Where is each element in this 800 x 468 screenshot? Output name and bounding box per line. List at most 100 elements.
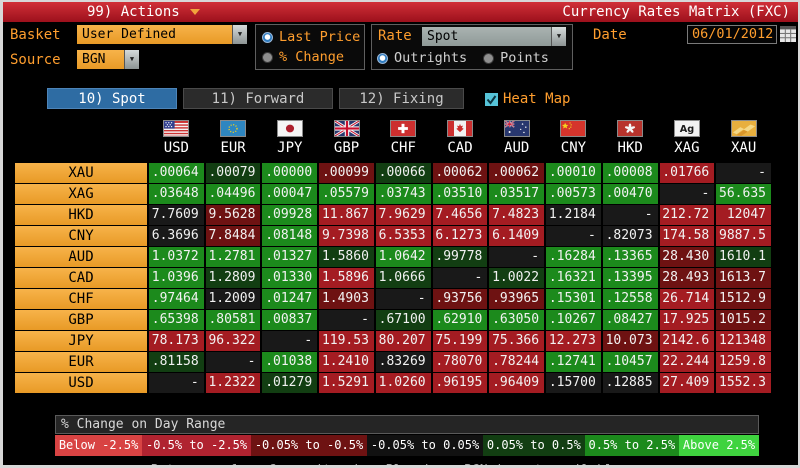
matrix-cell[interactable]: 2142.6 xyxy=(660,331,715,351)
matrix-cell[interactable]: - xyxy=(660,184,715,204)
row-label-gbp[interactable]: GBP xyxy=(15,310,147,330)
matrix-cell[interactable]: 9887.5 xyxy=(716,226,771,246)
matrix-cell[interactable]: .93965 xyxy=(489,289,544,309)
matrix-cell[interactable]: 121348 xyxy=(716,331,771,351)
matrix-cell[interactable]: .96409 xyxy=(489,373,544,393)
matrix-cell[interactable]: 1.0666 xyxy=(376,268,431,288)
row-label-eur[interactable]: EUR xyxy=(15,352,147,372)
matrix-cell[interactable]: 1.0372 xyxy=(149,247,204,267)
checkbox-checked-icon[interactable] xyxy=(485,93,498,106)
matrix-cell[interactable]: - xyxy=(262,331,317,351)
matrix-cell[interactable]: 1.0642 xyxy=(376,247,431,267)
matrix-cell[interactable]: .00099 xyxy=(319,163,374,183)
matrix-cell[interactable]: .01279 xyxy=(262,373,317,393)
matrix-cell[interactable]: - xyxy=(546,226,601,246)
matrix-cell[interactable]: .16321 xyxy=(546,268,601,288)
heat-map-toggle[interactable]: Heat Map xyxy=(485,91,570,107)
matrix-cell[interactable]: - xyxy=(716,163,771,183)
matrix-cell[interactable]: 7.7609 xyxy=(149,205,204,225)
matrix-cell[interactable]: .13395 xyxy=(603,268,658,288)
matrix-cell[interactable]: 1.2410 xyxy=(319,352,374,372)
matrix-cell[interactable]: .03743 xyxy=(376,184,431,204)
matrix-cell[interactable]: - xyxy=(603,205,658,225)
matrix-cell[interactable]: 9.5628 xyxy=(206,205,261,225)
matrix-cell[interactable]: 6.3696 xyxy=(149,226,204,246)
chevron-down-icon[interactable]: ▼ xyxy=(232,25,247,44)
matrix-cell[interactable]: 75.199 xyxy=(433,331,488,351)
matrix-cell[interactable]: .67100 xyxy=(376,310,431,330)
basket-dropdown[interactable]: User Defined ▼ xyxy=(77,25,247,44)
matrix-cell[interactable]: .63050 xyxy=(489,310,544,330)
matrix-cell[interactable]: .78244 xyxy=(489,352,544,372)
matrix-cell[interactable]: .01766 xyxy=(660,163,715,183)
radio-unselected-icon[interactable] xyxy=(262,52,273,63)
matrix-cell[interactable]: .00008 xyxy=(603,163,658,183)
matrix-cell[interactable]: 1.5860 xyxy=(319,247,374,267)
matrix-cell[interactable]: 26.714 xyxy=(660,289,715,309)
matrix-cell[interactable]: .81158 xyxy=(149,352,204,372)
col-header-cny[interactable]: CNY xyxy=(546,118,601,156)
matrix-cell[interactable]: 12047 xyxy=(716,205,771,225)
matrix-cell[interactable]: 78.173 xyxy=(149,331,204,351)
tab-spot[interactable]: 10) Spot xyxy=(47,88,177,109)
matrix-cell[interactable]: 1.0022 xyxy=(489,268,544,288)
matrix-cell[interactable]: .01247 xyxy=(262,289,317,309)
col-header-eur[interactable]: EUR xyxy=(206,118,261,156)
row-label-jpy[interactable]: JPY xyxy=(15,331,147,351)
matrix-cell[interactable]: 22.244 xyxy=(660,352,715,372)
matrix-cell[interactable]: 1.2009 xyxy=(206,289,261,309)
matrix-cell[interactable]: .00064 xyxy=(149,163,204,183)
matrix-cell[interactable]: 12.273 xyxy=(546,331,601,351)
matrix-cell[interactable]: 1.0396 xyxy=(149,268,204,288)
calendar-icon[interactable] xyxy=(780,26,796,42)
row-label-xau[interactable]: XAU xyxy=(15,163,147,183)
radio-selected-icon[interactable] xyxy=(377,53,388,64)
matrix-cell[interactable]: 1.4903 xyxy=(319,289,374,309)
tab-fixing[interactable]: 12) Fixing xyxy=(339,88,464,109)
matrix-cell[interactable]: .00079 xyxy=(206,163,261,183)
matrix-cell[interactable]: .09928 xyxy=(262,205,317,225)
col-header-gbp[interactable]: GBP xyxy=(319,118,374,156)
matrix-cell[interactable]: 212.72 xyxy=(660,205,715,225)
matrix-cell[interactable]: - xyxy=(489,247,544,267)
matrix-cell[interactable]: .00066 xyxy=(376,163,431,183)
matrix-cell[interactable]: 119.53 xyxy=(319,331,374,351)
radio-unselected-icon[interactable] xyxy=(483,53,494,64)
matrix-cell[interactable]: .00047 xyxy=(262,184,317,204)
matrix-cell[interactable]: .78070 xyxy=(433,352,488,372)
matrix-cell[interactable]: 28.493 xyxy=(660,268,715,288)
matrix-cell[interactable]: .80581 xyxy=(206,310,261,330)
matrix-cell[interactable]: .83269 xyxy=(376,352,431,372)
matrix-cell[interactable]: 1.2322 xyxy=(206,373,261,393)
matrix-cell[interactable]: 1.0260 xyxy=(376,373,431,393)
matrix-cell[interactable]: 1.5291 xyxy=(319,373,374,393)
row-label-hkd[interactable]: HKD xyxy=(15,205,147,225)
matrix-cell[interactable]: - xyxy=(206,352,261,372)
matrix-cell[interactable]: - xyxy=(149,373,204,393)
matrix-cell[interactable]: .01327 xyxy=(262,247,317,267)
matrix-cell[interactable]: .00837 xyxy=(262,310,317,330)
matrix-cell[interactable]: 9.7398 xyxy=(319,226,374,246)
col-header-aud[interactable]: AUD xyxy=(489,118,544,156)
matrix-cell[interactable]: .03517 xyxy=(489,184,544,204)
matrix-cell[interactable]: 10.073 xyxy=(603,331,658,351)
matrix-cell[interactable]: .12741 xyxy=(546,352,601,372)
matrix-cell[interactable]: .10457 xyxy=(603,352,658,372)
matrix-cell[interactable]: 6.1273 xyxy=(433,226,488,246)
matrix-cell[interactable]: .00062 xyxy=(433,163,488,183)
matrix-cell[interactable]: 80.207 xyxy=(376,331,431,351)
matrix-cell[interactable]: - xyxy=(376,289,431,309)
col-header-cad[interactable]: CAD xyxy=(433,118,488,156)
chevron-down-icon[interactable]: ▼ xyxy=(124,50,139,69)
matrix-cell[interactable]: .00062 xyxy=(489,163,544,183)
col-header-hkd[interactable]: HKD xyxy=(603,118,658,156)
col-header-xag[interactable]: AgXAG xyxy=(660,118,715,156)
matrix-cell[interactable]: 7.8484 xyxy=(206,226,261,246)
matrix-cell[interactable]: 1610.1 xyxy=(716,247,771,267)
matrix-cell[interactable]: .15301 xyxy=(546,289,601,309)
matrix-cell[interactable]: .62910 xyxy=(433,310,488,330)
matrix-cell[interactable]: .04496 xyxy=(206,184,261,204)
matrix-cell[interactable]: .03648 xyxy=(149,184,204,204)
matrix-cell[interactable]: 17.925 xyxy=(660,310,715,330)
actions-button[interactable]: 99) Actions xyxy=(87,4,200,20)
